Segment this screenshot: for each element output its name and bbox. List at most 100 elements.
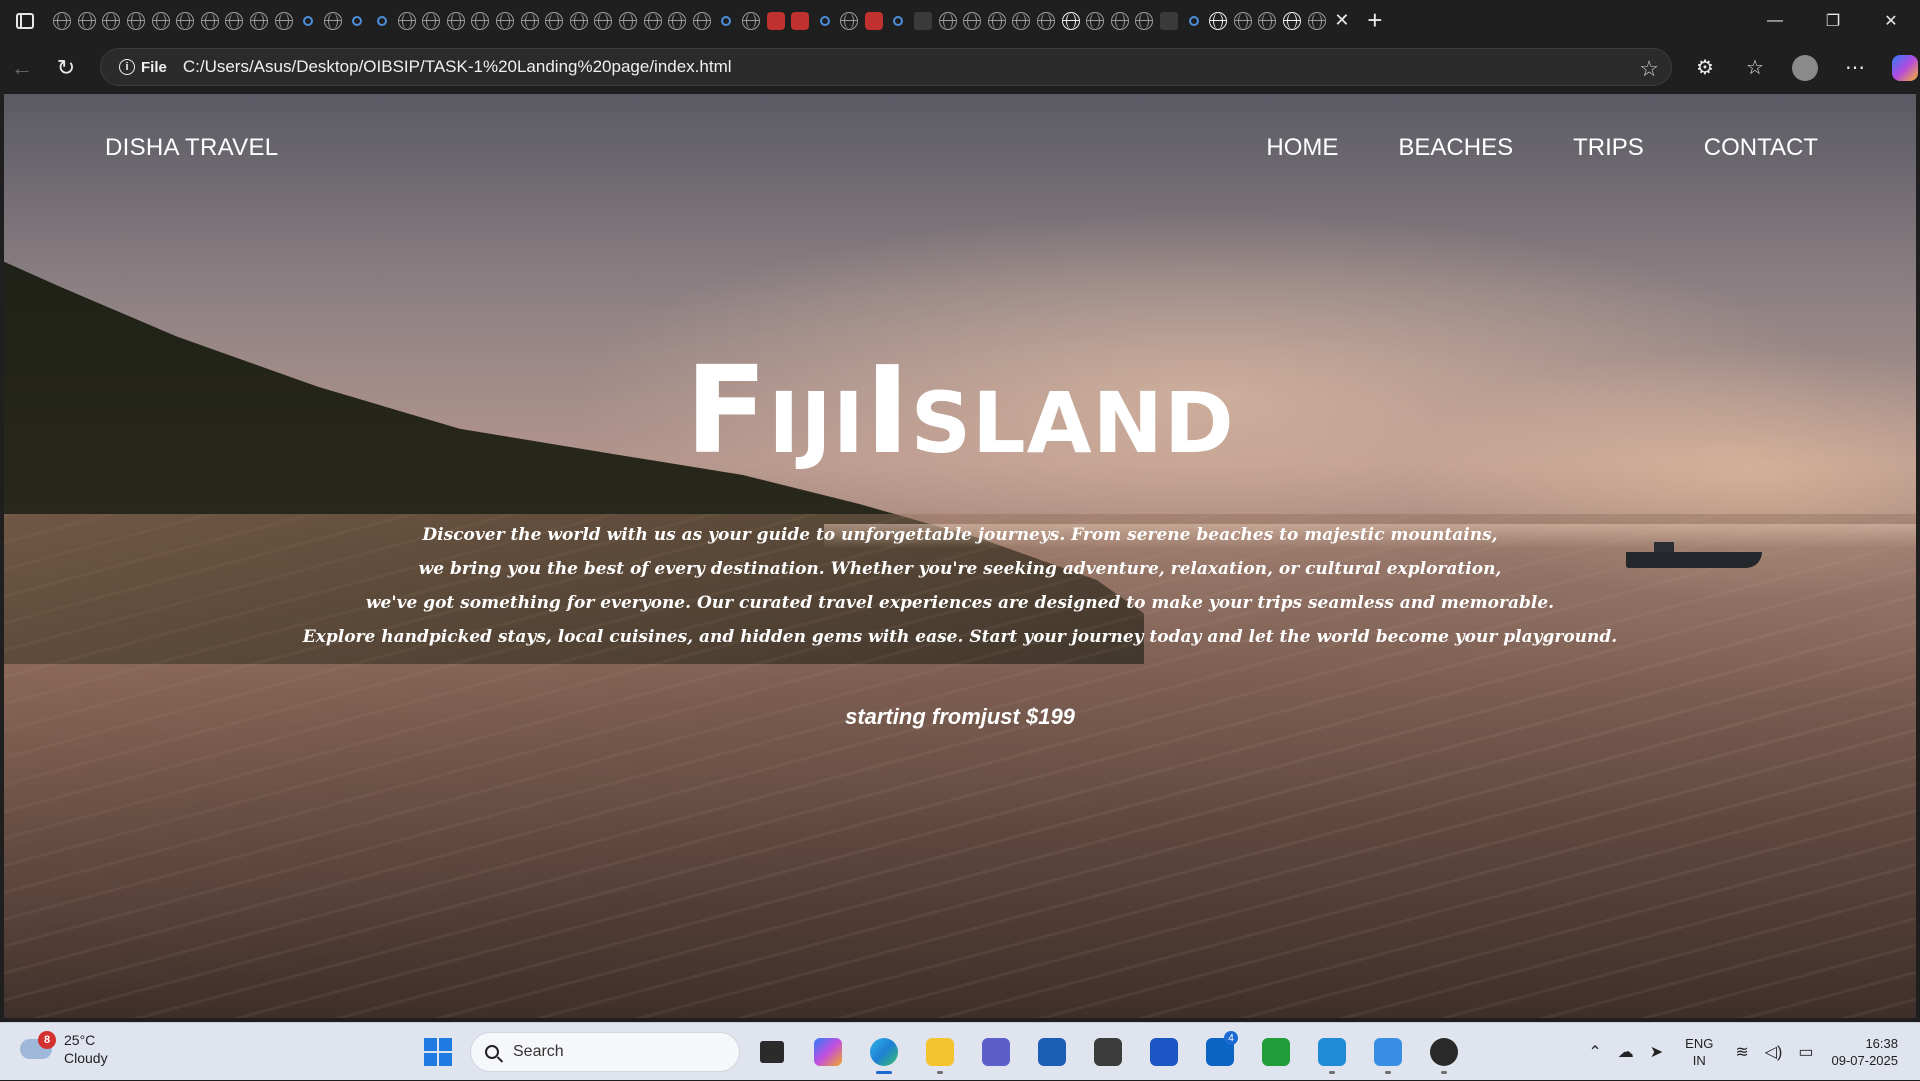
favorites-button[interactable]: ☆ [1730,48,1780,88]
browser-tab[interactable] [444,6,469,36]
windows-taskbar: 8 25°C Cloudy Search 4 ⌃ ☁ ➤ ENG IN ≋ ◁)… [0,1022,1920,1080]
browser-tab[interactable] [1058,6,1083,36]
browser-tab[interactable] [1255,6,1280,36]
start-button[interactable] [414,1029,462,1075]
browser-tab[interactable] [1181,6,1206,36]
browser-tab[interactable] [812,6,837,36]
tab-actions-button[interactable] [0,0,50,41]
wifi-icon[interactable]: ≋ [1735,1042,1748,1062]
vscode-app[interactable] [1308,1029,1356,1075]
browser-tab[interactable] [517,6,542,36]
browser-tab[interactable] [1108,6,1133,36]
unity-app[interactable] [1084,1029,1132,1075]
url-text[interactable]: C:/Users/Asus/Desktop/OIBSIP/TASK-1%20La… [183,57,732,77]
browser-tab[interactable] [911,6,936,36]
browser-tab[interactable] [222,6,247,36]
browser-tab[interactable] [985,6,1010,36]
browser-tab[interactable] [1009,6,1034,36]
browser-tab[interactable] [591,6,616,36]
hero-desc-line: we've got something for everyone. Our cu… [365,593,1555,613]
browser-tab[interactable] [862,6,887,36]
profile-avatar[interactable] [1792,54,1818,81]
refresh-button[interactable]: ↻ [44,48,88,88]
xbox-app[interactable] [1252,1029,1300,1075]
photos-app[interactable] [1364,1029,1412,1075]
clock[interactable]: 16:38 09-07-2025 [1832,1035,1899,1069]
language-indicator[interactable]: ENG IN [1685,1035,1713,1069]
browser-tab[interactable] [640,6,665,36]
browser-tab[interactable] [75,6,100,36]
browser-tab[interactable] [198,6,223,36]
hero-desc-line: we bring you the best of every destinati… [418,559,1502,579]
browser-tab[interactable] [321,6,346,36]
file-explorer-app[interactable] [916,1029,964,1075]
tab-favicon-icon [1135,11,1154,30]
teams-app[interactable] [972,1029,1020,1075]
browser-tab[interactable] [714,6,739,36]
browser-tab[interactable] [124,6,149,36]
favorite-star-icon[interactable]: ☆ [1639,56,1659,82]
more-menu-button[interactable]: ⋯ [1830,48,1880,88]
battery-icon[interactable]: ▭ [1798,1042,1813,1062]
browser-tab[interactable] [419,6,444,36]
browser-tab[interactable] [960,6,985,36]
store-app[interactable] [1028,1029,1076,1075]
browser-tab[interactable] [616,6,641,36]
close-window-button[interactable]: ✕ [1862,0,1920,41]
browser-tab[interactable] [1280,6,1305,36]
restore-button[interactable]: ❐ [1804,0,1862,41]
task-view-button[interactable] [748,1029,796,1075]
browser-tab[interactable] [935,6,960,36]
browser-tab[interactable] [788,6,813,36]
browser-tab[interactable] [542,6,567,36]
browser-tab[interactable] [886,6,911,36]
extensions-button[interactable]: ⚙ [1680,48,1730,88]
browser-tab[interactable] [1231,6,1256,36]
tab-favicon-icon [176,11,195,30]
browser-tab[interactable] [493,6,518,36]
minimize-button[interactable]: — [1746,0,1804,41]
edge-app[interactable] [860,1029,908,1075]
copilot-icon[interactable] [1892,54,1918,81]
browser-tab[interactable] [1157,6,1182,36]
chatgpt-app[interactable] [1420,1029,1468,1075]
weather-widget[interactable]: 8 25°C Cloudy [20,1031,108,1067]
browser-tab[interactable] [837,6,862,36]
pencil-app[interactable] [1140,1029,1188,1075]
browser-tab[interactable] [394,6,419,36]
volume-icon[interactable]: ◁) [1765,1042,1783,1062]
browser-tab[interactable] [1132,6,1157,36]
linkedin-app[interactable]: 4 [1196,1029,1244,1075]
browser-tab[interactable] [247,6,272,36]
browser-tab[interactable] [271,6,296,36]
browser-tab[interactable] [370,6,395,36]
browser-tab[interactable] [739,6,764,36]
onedrive-icon[interactable]: ☁ [1618,1042,1634,1062]
site-info-button[interactable]: i File [111,55,175,80]
chevron-up-icon[interactable]: ⌃ [1588,1042,1601,1062]
address-bar[interactable]: i File C:/Users/Asus/Desktop/OIBSIP/TASK… [100,48,1672,86]
browser-tab[interactable] [689,6,714,36]
browser-tab[interactable] [763,6,788,36]
browser-tab[interactable] [566,6,591,36]
browser-tab[interactable] [1206,6,1231,36]
tab-favicon-icon [377,15,388,26]
browser-tab[interactable] [296,6,321,36]
copilot-app[interactable] [804,1029,852,1075]
taskbar-search[interactable]: Search [470,1032,740,1072]
browser-tab[interactable] [99,6,124,36]
browser-tab[interactable] [345,6,370,36]
new-tab-button[interactable]: + [1355,5,1395,36]
browser-tab[interactable] [50,6,75,36]
browser-tab[interactable] [665,6,690,36]
close-tab-button[interactable]: ✕ [1329,6,1355,36]
tab-favicon-icon [1188,15,1199,26]
browser-tab[interactable] [468,6,493,36]
browser-tab[interactable] [1304,6,1329,36]
back-button[interactable]: ← [0,48,44,88]
location-icon[interactable]: ➤ [1650,1042,1663,1062]
browser-tab[interactable] [173,6,198,36]
browser-tab[interactable] [148,6,173,36]
browser-tab[interactable] [1034,6,1059,36]
browser-tab[interactable] [1083,6,1108,36]
